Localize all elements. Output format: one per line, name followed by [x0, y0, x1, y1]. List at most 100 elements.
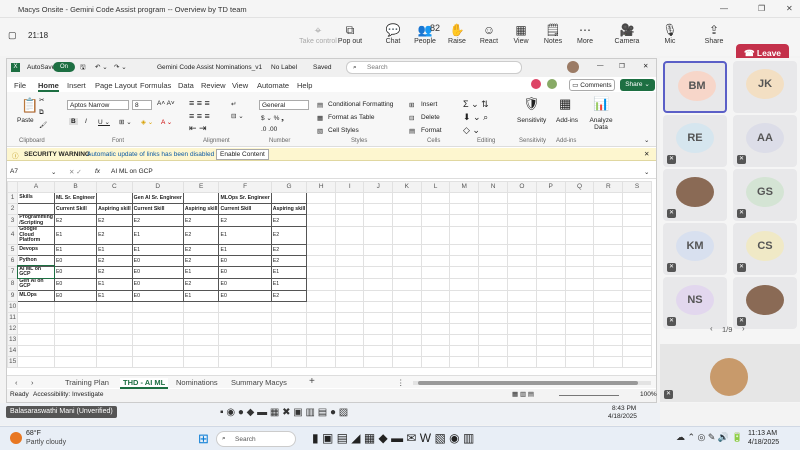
cell[interactable] [306, 300, 337, 313]
cell[interactable] [17, 300, 55, 313]
cell[interactable] [335, 203, 365, 215]
cell[interactable] [17, 311, 55, 324]
cell[interactable]: E1 [270, 277, 308, 291]
cell[interactable] [306, 254, 337, 267]
cell[interactable]: E2 [182, 254, 220, 267]
cell[interactable] [306, 344, 337, 357]
wrap-text-icon[interactable]: ↵ [231, 100, 236, 108]
sensitivity-button[interactable]: Sensitivity [517, 117, 546, 124]
cell[interactable] [420, 289, 451, 302]
row-header[interactable]: 8 [7, 277, 19, 291]
cell[interactable] [96, 322, 133, 335]
cell[interactable] [306, 214, 337, 227]
cell[interactable] [564, 311, 595, 324]
cell[interactable] [53, 333, 98, 346]
cell[interactable] [449, 289, 480, 302]
cell[interactable] [507, 344, 537, 357]
merge-icon[interactable]: ⊟ ⌄ [231, 112, 244, 120]
cell[interactable] [391, 254, 422, 267]
cell[interactable] [363, 265, 393, 279]
save-icon[interactable]: 🖫 [80, 63, 86, 74]
cell[interactable] [363, 333, 393, 346]
pop-out-button[interactable]: ⧉ Pop out [331, 23, 369, 45]
cell[interactable] [535, 344, 566, 357]
cell[interactable] [218, 300, 272, 313]
analyze-data-button[interactable]: Analyze Data [587, 117, 615, 131]
participant-tile[interactable]: CS ✕ [733, 223, 797, 275]
row-header[interactable]: 7 [7, 265, 19, 279]
autosum-icon[interactable]: Σ ⌄ ⇅ [463, 99, 489, 110]
cell[interactable] [306, 333, 337, 346]
cell[interactable] [449, 355, 480, 368]
format-as-table-button[interactable]: Format as Table [328, 114, 374, 121]
cell[interactable] [270, 344, 308, 357]
cell[interactable] [478, 355, 508, 368]
cell[interactable] [507, 203, 537, 215]
column-header[interactable]: N [478, 181, 508, 193]
cell[interactable] [131, 311, 184, 324]
cell[interactable]: E1 [131, 243, 184, 256]
column-header[interactable]: E [182, 181, 220, 193]
cell[interactable]: E2 [182, 214, 220, 227]
cell[interactable] [363, 311, 393, 324]
cell[interactable] [535, 355, 566, 368]
cell[interactable] [535, 300, 566, 313]
currency-icon[interactable]: $ ⌄ % ❟ [261, 114, 284, 123]
cell[interactable] [306, 226, 337, 245]
cell[interactable] [363, 243, 393, 256]
cell[interactable]: E0 [53, 265, 98, 279]
cell[interactable] [391, 344, 422, 357]
participant-tile[interactable]: ✕ [733, 277, 797, 329]
maximize-button[interactable]: ❐ [758, 4, 765, 13]
cell[interactable] [478, 214, 508, 227]
cell[interactable] [507, 322, 537, 335]
row-header[interactable]: 5 [7, 243, 19, 256]
weather-desc[interactable]: Partly cloudy [26, 439, 66, 446]
cell[interactable] [270, 355, 308, 368]
cell[interactable] [182, 322, 220, 335]
share-button[interactable]: ⇪ Share [695, 23, 733, 45]
cell[interactable] [270, 333, 308, 346]
fill-color-icon[interactable]: ◈ ⌄ [141, 118, 153, 126]
cell[interactable] [391, 300, 422, 313]
copy-icon[interactable]: ⧉ [39, 109, 44, 117]
tab-insert[interactable]: Insert [67, 81, 86, 90]
cell[interactable] [363, 226, 393, 245]
cell[interactable] [622, 355, 652, 368]
cell[interactable] [535, 277, 566, 291]
cell[interactable] [363, 300, 393, 313]
cell[interactable] [306, 243, 337, 256]
cell[interactable]: E2 [270, 254, 308, 267]
cell[interactable]: E1 [96, 289, 133, 302]
cell[interactable] [218, 311, 272, 324]
enable-content-button[interactable]: Enable Content [216, 149, 269, 160]
cell[interactable] [218, 322, 272, 335]
cell[interactable] [449, 243, 480, 256]
cell[interactable] [449, 311, 480, 324]
cell[interactable]: Skills [17, 192, 55, 204]
clear-icon[interactable]: ◇ ⌄ [463, 125, 480, 136]
cell[interactable] [96, 344, 133, 357]
cell[interactable] [335, 300, 365, 313]
weather-temp[interactable]: 68°F [26, 430, 41, 437]
tab-review[interactable]: Review [201, 81, 226, 90]
cell[interactable] [218, 344, 272, 357]
cell[interactable] [564, 355, 595, 368]
normal-view-icon[interactable]: ▦ ▥ ▤ [512, 390, 534, 398]
cell[interactable] [17, 203, 55, 215]
row-header[interactable]: 10 [7, 300, 19, 313]
cell[interactable] [306, 289, 337, 302]
cell[interactable]: E2 [218, 214, 272, 227]
cell[interactable] [593, 289, 624, 302]
cell[interactable] [420, 277, 451, 291]
cell[interactable] [449, 344, 480, 357]
redo-icon[interactable]: ↷ ⌄ [114, 63, 127, 71]
cell[interactable] [420, 254, 451, 267]
cell[interactable]: E2 [270, 214, 308, 227]
accessibility-status[interactable]: Accessibility: Investigate [33, 391, 103, 398]
cell[interactable] [335, 192, 365, 204]
cell[interactable] [564, 226, 595, 245]
close-warning-icon[interactable]: ✕ [644, 150, 649, 158]
font-name-select[interactable]: Aptos Narrow [67, 100, 129, 110]
format-painter-icon[interactable]: 🖌 [39, 121, 47, 129]
